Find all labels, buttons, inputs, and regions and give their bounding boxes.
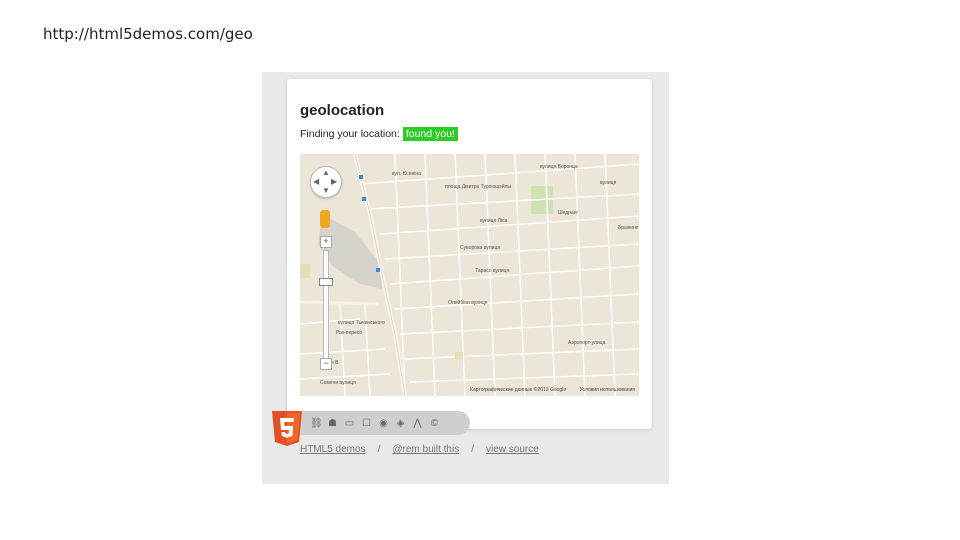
multimedia-icon[interactable]: ◉ [378, 418, 389, 429]
performance-icon[interactable]: ⋀ [412, 418, 423, 429]
url-caption: http://html5demos.com/geo [43, 25, 253, 43]
map-credit-text: Картографические данные ©2013 Google [470, 387, 567, 393]
transit-marker [359, 175, 363, 179]
pan-down-icon[interactable]: ▼ [322, 187, 330, 195]
street-label: площа Дмитра Туроюшэйлы [445, 183, 511, 190]
status-line: Finding your location: found you! [300, 127, 458, 141]
author-link[interactable]: @rem built this [392, 444, 459, 455]
page-title: geolocation [300, 102, 385, 119]
view-source-link[interactable]: view source [486, 444, 539, 455]
street-label: Бражиня [618, 225, 639, 231]
connectivity-icon[interactable]: ☐ [361, 418, 372, 429]
transit-marker [362, 197, 366, 201]
street-label: Аэропорт-улица [568, 340, 606, 346]
pan-up-icon[interactable]: ▲ [322, 169, 330, 177]
browser-screenshot: geolocation Finding your location: found… [262, 72, 669, 484]
street-label: вулиця Воронца [540, 164, 578, 170]
zoom-slider-track[interactable] [323, 250, 329, 360]
zoom-out-button[interactable]: − [320, 358, 332, 370]
demo-panel: geolocation Finding your location: found… [287, 79, 652, 429]
zoom-slider-handle[interactable] [319, 278, 333, 286]
map-tiles[interactable]: вул. Єсеніна площа Дмитра Туроюшэйлы вул… [300, 154, 639, 396]
3d-effects-icon[interactable]: ◈ [395, 418, 406, 429]
offline-icon[interactable]: ☗ [327, 418, 338, 429]
semantics-icon[interactable]: ⛓ [310, 418, 323, 429]
footer-ribbon: ⛓ ☗ ▭ ☐ ◉ ◈ ⋀ © [270, 409, 470, 446]
map-pan-control[interactable]: ▲ ▼ ◀ ▶ [310, 166, 342, 198]
styling-icon[interactable]: © [429, 418, 440, 429]
transit-marker [376, 268, 380, 272]
map-attribution: Картографические данные ©2013 Google Усл… [458, 387, 635, 393]
street-label: вул. Єсеніна [392, 171, 421, 177]
pan-left-icon[interactable]: ◀ [313, 178, 319, 186]
street-label: вулиця [600, 180, 617, 186]
status-badge: found you! [402, 127, 458, 141]
footer-links: HTML5 demos / @rem built this / view sou… [300, 444, 539, 455]
device-access-icon[interactable]: ▭ [344, 418, 355, 429]
google-map[interactable]: вул. Єсеніна площа Дмитра Туроюшэйлы вул… [300, 154, 639, 396]
pan-right-icon[interactable]: ▶ [331, 178, 337, 186]
street-label: вулиця Ліса [480, 218, 507, 224]
html5-demos-link[interactable]: HTML5 demos [300, 444, 366, 455]
street-label: вулиця Тычинського [338, 320, 385, 326]
zoom-in-button[interactable]: + [320, 236, 332, 248]
footer-separator: / [471, 444, 474, 455]
street-label: Тарасо вулиця [475, 268, 509, 274]
street-view-pegman-icon[interactable] [320, 210, 330, 228]
map-terms-link[interactable]: Условия использования [580, 387, 636, 393]
street-label: Суворова вулиця [460, 245, 500, 251]
street-label: Шедрані [558, 210, 578, 216]
html5-feature-ribbon: ⛓ ☗ ▭ ☐ ◉ ◈ ⋀ © [298, 411, 470, 435]
street-label: Рак-пересо [336, 330, 362, 336]
status-label: Finding your location: [300, 128, 400, 140]
html5-logo-icon[interactable] [270, 409, 304, 447]
street-label: Олейбіни вулиця [448, 299, 488, 306]
street-label: Сомени вулиця [320, 380, 356, 386]
footer-separator: / [377, 444, 381, 455]
